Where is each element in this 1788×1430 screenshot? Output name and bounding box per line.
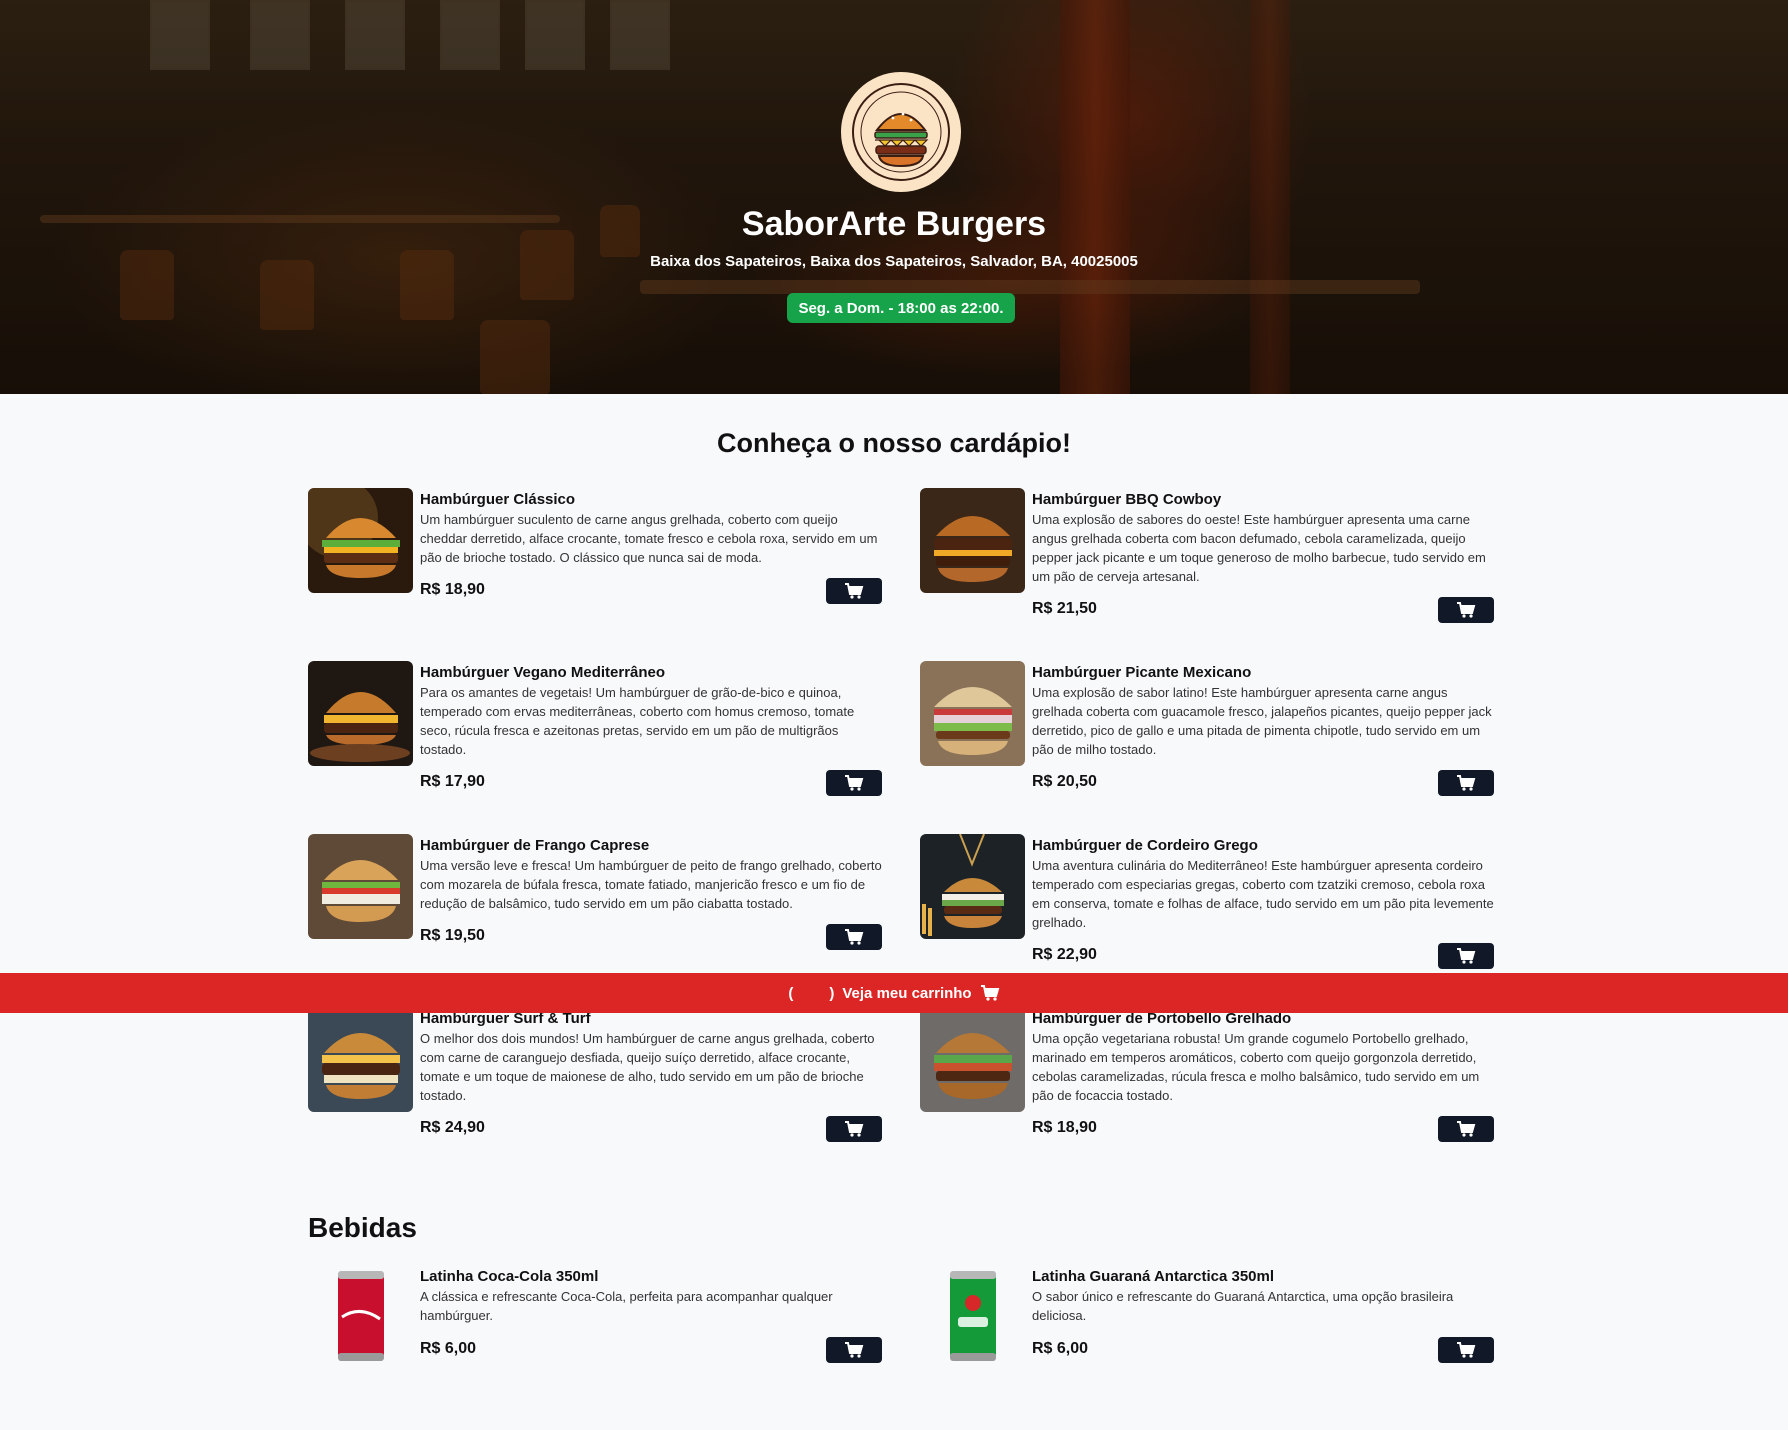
- burger-photo: [920, 1007, 1025, 1112]
- item-price: R$ 6,00: [420, 1340, 477, 1357]
- item-price: R$ 21,50: [1032, 600, 1097, 617]
- burger-photo: [308, 488, 413, 593]
- hero-banner: SaborArte Burgers Baixa dos Sapateiros, …: [0, 0, 1788, 394]
- burger-photo: [920, 488, 1025, 593]
- item-description: Uma aventura culinária do Mediterrâneo! …: [1032, 858, 1494, 930]
- red-can-photo: [308, 1265, 413, 1370]
- item-description: A clássica e refrescante Coca-Cola, perf…: [420, 1289, 833, 1323]
- item-name: Hambúrguer BBQ Cowboy: [1032, 491, 1222, 508]
- item-description: Uma explosão de sabores do oeste! Este h…: [1032, 512, 1486, 584]
- add-to-cart-button[interactable]: [826, 770, 882, 796]
- item-description: O melhor dos dois mundos! Um hambúrguer …: [420, 1031, 875, 1103]
- item-description: O sabor único e refrescante do Guaraná A…: [1032, 1289, 1454, 1323]
- burger-photo: [308, 834, 413, 939]
- cart-count-close: ): [829, 984, 835, 1002]
- item-name: Latinha Guaraná Antarctica 350ml: [1032, 1268, 1275, 1285]
- restaurant-name: SaborArte Burgers: [741, 205, 1047, 243]
- green-can-photo: [920, 1265, 1025, 1370]
- item-price: R$ 22,90: [1032, 946, 1097, 963]
- cart-icon: [845, 1121, 864, 1137]
- cart-icon: [1457, 602, 1476, 618]
- item-description: Uma opção vegetariana robusta! Um grande…: [1032, 1031, 1480, 1103]
- add-to-cart-button[interactable]: [1438, 597, 1494, 623]
- item-price: R$ 20,50: [1032, 773, 1097, 790]
- cart-count-open: (: [788, 984, 794, 1002]
- add-to-cart-button[interactable]: [826, 1337, 882, 1363]
- view-cart-bar[interactable]: ( ) Veja meu carrinho: [0, 973, 1788, 1013]
- view-cart-label: Veja meu carrinho: [842, 984, 972, 1002]
- burger-photo: [920, 661, 1025, 766]
- cart-icon: [1457, 775, 1476, 791]
- add-to-cart-button[interactable]: [826, 1116, 882, 1142]
- cart-icon: [845, 583, 864, 599]
- add-to-cart-button[interactable]: [1438, 1116, 1494, 1142]
- add-to-cart-button[interactable]: [826, 578, 882, 604]
- opening-hours-badge: Seg. a Dom. - 18:00 as 22:00.: [787, 293, 1015, 323]
- drinks-title: Bebidas: [308, 1212, 417, 1243]
- item-name: Hambúrguer Picante Mexicano: [1032, 664, 1252, 681]
- menu-title: Conheça o nosso cardápio!: [716, 428, 1072, 458]
- item-price: R$ 17,90: [420, 773, 485, 790]
- item-description: Para os amantes de vegetais! Um hambúrgu…: [420, 685, 855, 757]
- burger-photo: [920, 834, 1025, 939]
- item-price: R$ 6,00: [1032, 1340, 1089, 1357]
- add-to-cart-button[interactable]: [1438, 770, 1494, 796]
- restaurant-logo: [841, 72, 961, 192]
- cart-icon: [845, 775, 864, 791]
- add-to-cart-button[interactable]: [1438, 943, 1494, 969]
- restaurant-address: Baixa dos Sapateiros, Baixa dos Sapateir…: [650, 253, 1138, 270]
- burger-photo: [308, 1007, 413, 1112]
- item-name: Hambúrguer de Frango Caprese: [420, 837, 650, 854]
- cart-icon: [1457, 1121, 1476, 1137]
- item-price: R$ 18,90: [1032, 1119, 1097, 1136]
- cart-icon: [980, 985, 999, 1001]
- add-to-cart-button[interactable]: [826, 924, 882, 950]
- item-price: R$ 18,90: [420, 581, 485, 598]
- cart-icon: [1457, 1342, 1476, 1358]
- add-to-cart-button[interactable]: [1438, 1337, 1494, 1363]
- burger-photo: [308, 661, 413, 766]
- item-name: Latinha Coca-Cola 350ml: [420, 1268, 599, 1285]
- item-price: R$ 19,50: [420, 927, 485, 944]
- cart-icon: [845, 929, 864, 945]
- cart-icon: [1457, 948, 1476, 964]
- item-name: Hambúrguer Vegano Mediterrâneo: [420, 664, 666, 681]
- item-description: Uma explosão de sabor latino! Este hambú…: [1032, 685, 1492, 757]
- item-description: Um hambúrguer suculento de carne angus g…: [420, 512, 878, 565]
- item-price: R$ 24,90: [420, 1119, 485, 1136]
- item-name: Hambúrguer Clássico: [420, 491, 576, 508]
- item-name: Hambúrguer de Cordeiro Grego: [1032, 837, 1258, 854]
- item-description: Uma versão leve e fresca! Um hambúrguer …: [420, 858, 882, 911]
- burger-logo-icon: [852, 83, 950, 181]
- cart-icon: [845, 1342, 864, 1358]
